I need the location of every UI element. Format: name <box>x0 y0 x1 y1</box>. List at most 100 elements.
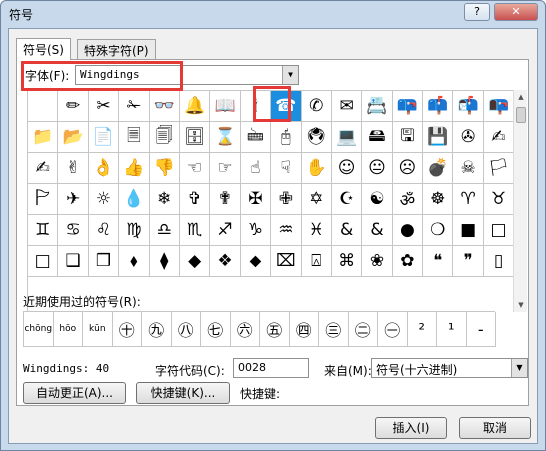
symbol-cell[interactable]: 👎 <box>149 153 180 184</box>
recent-symbol-cell[interactable]: ¹ <box>437 312 467 347</box>
insert-button[interactable]: 插入(I) <box>375 417 447 439</box>
symbol-cell[interactable]: ✍ <box>28 153 59 184</box>
symbol-cell[interactable]: ⌛ <box>210 122 241 153</box>
symbol-cell[interactable]: 🗏 <box>119 122 150 153</box>
symbol-cell[interactable]: 📬 <box>453 91 484 122</box>
symbol-cell[interactable]: ✠ <box>240 184 272 215</box>
symbol-cell[interactable]: 🏳 <box>483 153 515 184</box>
symbol-cell[interactable]: 💣 <box>423 153 454 184</box>
symbol-cell[interactable]: ♐ <box>210 215 241 246</box>
symbol-cell[interactable]: ☜ <box>179 153 211 184</box>
symbol-cell[interactable]: 🔔 <box>179 91 211 122</box>
symbol-cell[interactable]: ☺ <box>331 153 363 184</box>
symbol-cell[interactable]: & <box>362 215 393 246</box>
recent-symbol-cell[interactable]: ㊆ <box>201 312 231 347</box>
recent-symbol-cell[interactable]: hōo <box>53 312 83 347</box>
symbol-cell[interactable]: □ <box>483 215 515 246</box>
recent-symbol-cell[interactable]: ² <box>407 312 437 347</box>
symbol-cell[interactable]: ☞ <box>210 153 241 184</box>
symbol-cell[interactable]: 💧 <box>119 184 150 215</box>
symbol-cell[interactable]: ✏ <box>58 91 89 122</box>
symbol-cell[interactable]: ✡ <box>301 184 332 215</box>
symbol-cell[interactable]: 🏱 <box>28 184 59 215</box>
symbol-cell[interactable]: ⬧ <box>119 246 150 277</box>
symbol-cell[interactable]: ▯ <box>483 246 515 277</box>
symbol-cell[interactable]: ♓ <box>301 215 332 246</box>
symbol-cell[interactable]: ☯ <box>362 184 393 215</box>
cancel-button[interactable]: 取消 <box>459 417 531 439</box>
recent-symbol-cell[interactable]: ㊃ <box>289 312 319 347</box>
recent-symbol-cell[interactable]: - <box>466 312 496 347</box>
symbol-cell[interactable]: ❝ <box>423 246 454 277</box>
symbol-cell[interactable]: ☟ <box>271 153 302 184</box>
symbol-cell[interactable]: ✍ <box>483 122 515 153</box>
recent-symbol-cell[interactable]: ㊉ <box>112 312 142 347</box>
symbol-grid-scrollbar[interactable]: ▲ ▼ <box>513 90 527 312</box>
symbol-cell[interactable]: ✞ <box>179 184 211 215</box>
symbol-cell[interactable]: ❖ <box>210 246 241 277</box>
symbol-cell[interactable]: ● <box>392 215 424 246</box>
symbol-cell[interactable]: ❀ <box>362 246 393 277</box>
symbol-cell[interactable]: 🖲 <box>301 122 332 153</box>
symbol-cell[interactable]: ☪ <box>331 184 363 215</box>
autocorrect-button[interactable]: 自动更正(A)... <box>23 382 126 404</box>
symbol-cell[interactable]: ♑ <box>240 215 272 246</box>
symbol-cell[interactable]: ◆ <box>179 246 211 277</box>
symbol-cell[interactable]: 🗄 <box>179 122 211 153</box>
symbol-cell[interactable]: 🖰 <box>271 122 302 153</box>
symbol-cell[interactable]: ✉ <box>331 91 363 122</box>
recent-symbol-cell[interactable]: ㊅ <box>230 312 260 347</box>
symbol-cell[interactable]: □ <box>28 246 59 277</box>
symbol-cell[interactable]: ♋ <box>58 215 89 246</box>
help-button[interactable]: ? <box>464 3 490 21</box>
symbol-cell[interactable]: 👌 <box>88 153 120 184</box>
symbol-cell[interactable]: ✇ <box>453 122 484 153</box>
symbol-cell[interactable]: ❄ <box>149 184 180 215</box>
symbol-cell[interactable]: 🖴 <box>362 122 393 153</box>
symbol-cell[interactable]: ⧫ <box>149 246 180 277</box>
recent-symbol-cell[interactable]: ㊂ <box>319 312 349 347</box>
symbol-cell[interactable]: 💻 <box>331 122 363 153</box>
symbol-cell[interactable]: ❑ <box>58 246 89 277</box>
close-button[interactable]: ✕ <box>494 3 538 21</box>
symbol-cell[interactable]: ✌ <box>58 153 89 184</box>
symbol-cell[interactable]: ✟ <box>210 184 241 215</box>
shortcut-key-button[interactable]: 快捷键(K)... <box>136 382 230 404</box>
symbol-cell[interactable]: 📁 <box>28 122 59 153</box>
recent-symbol-cell[interactable]: ㊀ <box>378 312 408 347</box>
symbol-cell[interactable]: 💾 <box>423 122 454 153</box>
symbol-cell[interactable]: 📪 <box>392 91 424 122</box>
symbol-cell[interactable]: ♈ <box>453 184 484 215</box>
symbol-cell[interactable]: ✆ <box>301 91 332 122</box>
symbol-cell[interactable]: 👍 <box>119 153 150 184</box>
recent-symbol-cell[interactable]: ㊄ <box>260 312 290 347</box>
recent-symbol-cell[interactable]: ㊁ <box>348 312 378 347</box>
symbol-cell[interactable]: 📖 <box>210 91 241 122</box>
symbol-cell[interactable]: ♌ <box>88 215 120 246</box>
symbol-cell[interactable]: ⬥ <box>240 246 272 277</box>
symbol-cell[interactable]: 📇 <box>362 91 393 122</box>
symbol-cell[interactable]: & <box>331 215 363 246</box>
from-select[interactable]: 符号(十六进制) ▼ <box>371 358 528 378</box>
symbol-cell[interactable]: 📂 <box>58 122 89 153</box>
symbol-cell[interactable]: 📫 <box>423 91 454 122</box>
tab-symbols[interactable]: 符号(S) <box>16 38 71 60</box>
symbol-cell[interactable]: ⍓ <box>301 246 332 277</box>
symbol-cell[interactable]: 🖮 <box>240 122 272 153</box>
scroll-down-icon[interactable]: ▼ <box>514 298 528 312</box>
symbol-cell[interactable]: ■ <box>453 215 484 246</box>
dropdown-arrow-icon[interactable]: ▼ <box>282 66 298 84</box>
symbol-cell[interactable]: ☠ <box>453 153 484 184</box>
symbol-cell[interactable]: ॐ <box>392 184 424 215</box>
symbol-cell[interactable]: ⌧ <box>271 246 302 277</box>
symbol-cell[interactable]: ☸ <box>423 184 454 215</box>
symbol-cell[interactable]: 🖫 <box>392 122 424 153</box>
dropdown-arrow-icon[interactable]: ▼ <box>511 359 527 377</box>
symbol-cell[interactable]: ☹ <box>392 153 424 184</box>
symbol-cell[interactable]: 👓 <box>149 91 180 122</box>
recent-symbol-cell[interactable]: ㊇ <box>171 312 201 347</box>
recent-symbol-cell[interactable]: kūn <box>83 312 113 347</box>
symbol-cell[interactable]: 📭 <box>483 91 515 122</box>
scroll-up-icon[interactable]: ▲ <box>514 90 528 104</box>
symbol-cell[interactable]: 📄 <box>88 122 120 153</box>
